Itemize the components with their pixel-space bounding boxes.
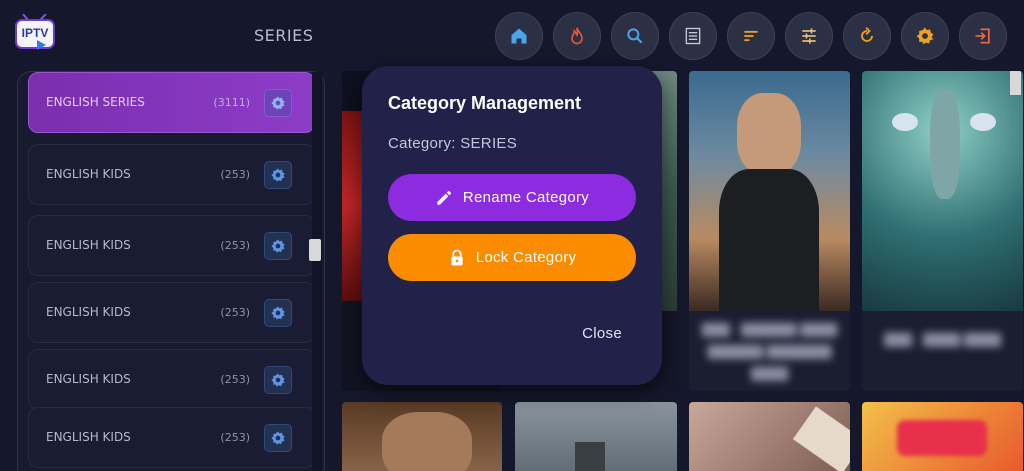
category-settings-button[interactable] — [264, 89, 292, 117]
series-poster[interactable] — [689, 402, 850, 471]
scrollbar-thumb[interactable] — [309, 239, 321, 261]
home-button[interactable] — [495, 12, 543, 60]
refresh-icon — [861, 27, 873, 42]
list-icon — [685, 27, 701, 45]
series-poster[interactable]: ███ · ██████ ████ ██████ ███████ ████ — [689, 71, 850, 391]
lock-category-label: Lock Category — [475, 249, 577, 266]
scrollbar-track[interactable] — [312, 72, 322, 471]
category-count: (253) — [220, 431, 250, 444]
filter-sliders-icon — [802, 28, 816, 44]
series-poster[interactable] — [515, 402, 677, 471]
logout-button[interactable] — [959, 12, 1007, 60]
lock-category-button[interactable]: Lock Category — [388, 234, 636, 281]
category-name: ENGLISH KIDS — [46, 238, 131, 252]
category-item[interactable]: ENGLISH KIDS (253) — [28, 282, 315, 343]
rename-category-button[interactable]: Rename Category — [388, 174, 636, 221]
category-name: ENGLISH KIDS — [46, 167, 131, 181]
category-item[interactable]: ENGLISH KIDS (253) — [28, 349, 315, 410]
category-management-dialog: Category Management Category: SERIES Ren… — [362, 66, 662, 385]
category-count: (253) — [220, 239, 250, 252]
gear-icon — [271, 168, 285, 182]
category-name: ENGLISH KIDS — [46, 372, 131, 386]
gear-icon — [271, 431, 285, 445]
category-item[interactable]: ENGLISH KIDS (253) — [28, 407, 315, 468]
category-settings-button[interactable] — [264, 424, 292, 452]
page-title: SERIES — [254, 26, 314, 45]
flame-icon — [571, 27, 583, 45]
category-count: (253) — [220, 373, 250, 386]
list-view-button[interactable] — [669, 12, 717, 60]
search-button[interactable] — [611, 12, 659, 60]
series-poster[interactable] — [862, 402, 1023, 471]
gear-icon — [271, 306, 285, 320]
trending-button[interactable] — [553, 12, 601, 60]
category-settings-button[interactable] — [264, 366, 292, 394]
gear-icon — [271, 373, 285, 387]
svg-text:IPTV: IPTV — [22, 26, 49, 40]
sort-button[interactable] — [727, 12, 775, 60]
category-settings-button[interactable] — [264, 161, 292, 189]
category-name: ENGLISH SERIES — [46, 95, 145, 109]
filter-button[interactable] — [785, 12, 833, 60]
category-count: (253) — [220, 306, 250, 319]
category-count: (3111) — [213, 96, 250, 109]
rename-category-label: Rename Category — [462, 189, 590, 206]
close-button[interactable]: Close — [582, 325, 622, 342]
category-item[interactable]: ENGLISH SERIES (3111) — [28, 72, 315, 133]
lock-icon — [451, 249, 463, 265]
series-poster[interactable] — [342, 402, 502, 471]
settings-button[interactable] — [901, 12, 949, 60]
sort-icon — [744, 30, 758, 42]
gear-icon — [916, 27, 934, 45]
series-poster[interactable]: ███ · ████ ████ — [862, 71, 1023, 391]
dialog-title: Category Management — [388, 93, 582, 113]
category-name: ENGLISH KIDS — [46, 305, 131, 319]
logout-icon — [975, 28, 990, 44]
category-count: (253) — [220, 168, 250, 181]
search-icon — [627, 28, 643, 44]
category-settings-button[interactable] — [264, 232, 292, 260]
pencil-icon — [437, 190, 451, 205]
iptv-logo: IPTV — [14, 13, 56, 52]
home-icon — [511, 28, 527, 44]
category-name: ENGLISH KIDS — [46, 430, 131, 444]
dialog-subtitle: Category: SERIES — [388, 135, 518, 152]
category-item[interactable]: ENGLISH KIDS (253) — [28, 144, 315, 205]
gear-icon — [271, 239, 285, 253]
category-item[interactable]: ENGLISH KIDS (253) — [28, 215, 315, 276]
refresh-button[interactable] — [843, 12, 891, 60]
gear-icon — [271, 96, 285, 110]
category-list-panel: ENGLISH SERIES (3111) ENGLISH KIDS (253)… — [17, 71, 325, 471]
category-settings-button[interactable] — [264, 299, 292, 327]
